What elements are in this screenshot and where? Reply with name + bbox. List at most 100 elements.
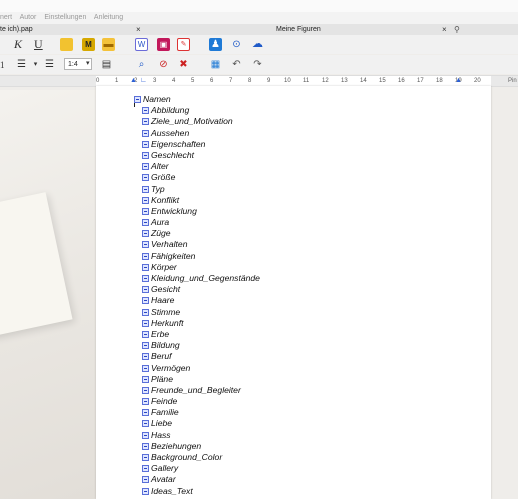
outline-item[interactable]: Geschlecht xyxy=(142,150,260,161)
menu-item-anleitung[interactable]: Anleitung xyxy=(94,14,123,21)
outline-item[interactable]: Entwicklung xyxy=(142,206,260,217)
node-icon xyxy=(142,319,149,327)
outline-item[interactable]: Pläne xyxy=(142,374,260,385)
search-user-icon[interactable]: ⊙ xyxy=(230,38,243,51)
outline-item[interactable]: Ideas_Text xyxy=(142,486,260,497)
outline-item-label: Familie xyxy=(151,407,179,418)
node-icon xyxy=(142,308,149,316)
node-icon xyxy=(142,442,149,450)
outline-item[interactable]: Ziele_und_Motivation xyxy=(142,116,260,127)
zoom-chevron-icon[interactable]: ▾ xyxy=(86,58,90,70)
outline-item[interactable]: Beruf xyxy=(142,351,260,362)
outline-item[interactable]: Bildung xyxy=(142,340,260,351)
outline-item[interactable]: Feinde xyxy=(142,396,260,407)
ruler-tick: 14 xyxy=(360,78,367,84)
outline-item[interactable]: Körper xyxy=(142,262,260,273)
outline-item[interactable]: Erbe xyxy=(142,329,260,340)
image-icon[interactable]: ▣ xyxy=(157,38,170,51)
ruler-icon[interactable]: ▤ xyxy=(100,58,113,71)
figure-icon[interactable]: ♟ xyxy=(209,38,222,51)
outline-item[interactable]: Beziehungen xyxy=(142,441,260,452)
outline-item[interactable]: Liebe xyxy=(142,418,260,429)
outline-children: Abbildung Ziele_und_Motivation Aussehen Eig… xyxy=(132,105,260,497)
ruler-tick: 11 xyxy=(303,78,310,84)
tab-project-close-icon[interactable]: × xyxy=(136,24,141,35)
outline-item[interactable]: Fähigkeiten xyxy=(142,251,260,262)
outline-item-label: Hass xyxy=(151,429,171,440)
outline-item[interactable]: Hass xyxy=(142,430,260,441)
outline-item[interactable]: Gesicht xyxy=(142,284,260,295)
side-panel-label: Pin xyxy=(508,78,517,84)
outline-item[interactable]: Kleidung_und_Gegenstände xyxy=(142,273,260,284)
outline-item[interactable]: Typ xyxy=(142,184,260,195)
outline-item[interactable]: Größe xyxy=(142,172,260,183)
find-icon[interactable]: ⌕ xyxy=(135,58,148,71)
outline-item[interactable]: Eigenschaften xyxy=(142,139,260,150)
outline-item[interactable]: Familie xyxy=(142,407,260,418)
indent-marker-icon[interactable]: ▲ xyxy=(130,77,137,85)
menu-item-autor[interactable]: Autor xyxy=(20,14,37,21)
document-page[interactable]: Namen Abbildung Ziele_und_Motivation Ausse… xyxy=(96,86,491,499)
italic-button[interactable]: K xyxy=(14,37,22,52)
outline-root[interactable]: Namen xyxy=(134,94,260,105)
word-export-icon[interactable]: W xyxy=(135,38,148,51)
redo-icon[interactable]: ↷ xyxy=(251,58,264,71)
outline-item-label: Background_Color xyxy=(151,452,223,462)
outline-item[interactable]: Herkunft xyxy=(142,318,260,329)
outline-item[interactable]: Aura xyxy=(142,217,260,228)
node-icon xyxy=(142,107,149,115)
node-icon xyxy=(142,151,149,159)
menu-item-nert[interactable]: nert xyxy=(0,14,12,21)
chat-icon[interactable]: ☁ xyxy=(251,38,264,51)
pdf-icon[interactable]: ✎ xyxy=(177,38,190,51)
outline-item[interactable]: Stimme xyxy=(142,307,260,318)
outline-item-label: Gesicht xyxy=(151,284,181,295)
toolbar-formatting: K U M ▬ W ▣ ✎ ♟ ⊙ ☁ xyxy=(0,35,518,54)
outline-item[interactable]: Alter xyxy=(142,161,260,172)
ruler-tick: 0 xyxy=(96,78,100,84)
pin-icon[interactable]: ⚲ xyxy=(454,24,460,35)
outline-item[interactable]: Freunde_und_Begleiter xyxy=(142,385,260,396)
ruler-margin-left xyxy=(0,76,96,86)
node-icon xyxy=(142,252,149,260)
outline-item[interactable]: Gallery xyxy=(142,463,260,474)
node-icon xyxy=(142,465,149,473)
tab-meine-figuren[interactable]: Meine Figuren xyxy=(276,24,321,35)
outline-item[interactable]: Haare xyxy=(142,295,260,306)
tab-project[interactable]: te ich).pap xyxy=(0,24,33,35)
comment-icon[interactable]: ▬ xyxy=(102,38,115,51)
underline-button[interactable]: U xyxy=(34,37,43,52)
menu-item-einstellungen[interactable]: Einstellungen xyxy=(44,14,86,21)
block-icon[interactable]: ⊘ xyxy=(157,58,170,71)
outline-item[interactable]: Aussehen xyxy=(142,128,260,139)
outline-item[interactable]: Konflikt xyxy=(142,195,260,206)
outline-item-label: Vermögen xyxy=(151,362,191,373)
outline-item-label: Typ xyxy=(151,183,165,194)
outline-item-label: Alter xyxy=(151,161,169,172)
list-icon[interactable]: ☰ xyxy=(15,58,28,71)
node-icon xyxy=(142,330,149,338)
align-icon[interactable]: ☰ xyxy=(43,58,56,71)
outline-item[interactable]: Avatar xyxy=(142,474,260,485)
tab-stop-icon[interactable]: ∟ xyxy=(140,77,147,85)
outline-item-label: Fähigkeiten xyxy=(151,250,196,261)
outline-item[interactable]: Züge xyxy=(142,228,260,239)
folder-icon[interactable] xyxy=(60,38,73,51)
chevron-down-icon[interactable]: ▾ xyxy=(29,58,42,71)
node-icon xyxy=(142,196,149,204)
outline-item-label: Ziele_und_Motivation xyxy=(151,116,233,127)
list-style-value[interactable]: 1 xyxy=(0,58,5,73)
right-indent-marker-icon[interactable]: ▲ xyxy=(455,77,462,85)
undo-icon[interactable]: ↶ xyxy=(230,58,243,71)
delete-icon[interactable]: ✖ xyxy=(177,58,190,71)
outline-item[interactable]: Vermögen xyxy=(142,363,260,374)
outline-item[interactable]: Abbildung xyxy=(142,105,260,116)
outline-item-label: Freunde_und_Begleiter xyxy=(151,384,241,395)
marker-icon[interactable]: M xyxy=(82,38,95,51)
tab-figuren-close-icon[interactable]: × xyxy=(442,24,447,35)
outline-item[interactable]: Verhalten xyxy=(142,239,260,250)
ruler-tick: 3 xyxy=(153,78,157,84)
outline-item[interactable]: Background_Color xyxy=(142,452,260,463)
format-icon[interactable]: ▦ xyxy=(209,58,222,71)
title-strip xyxy=(0,0,518,12)
